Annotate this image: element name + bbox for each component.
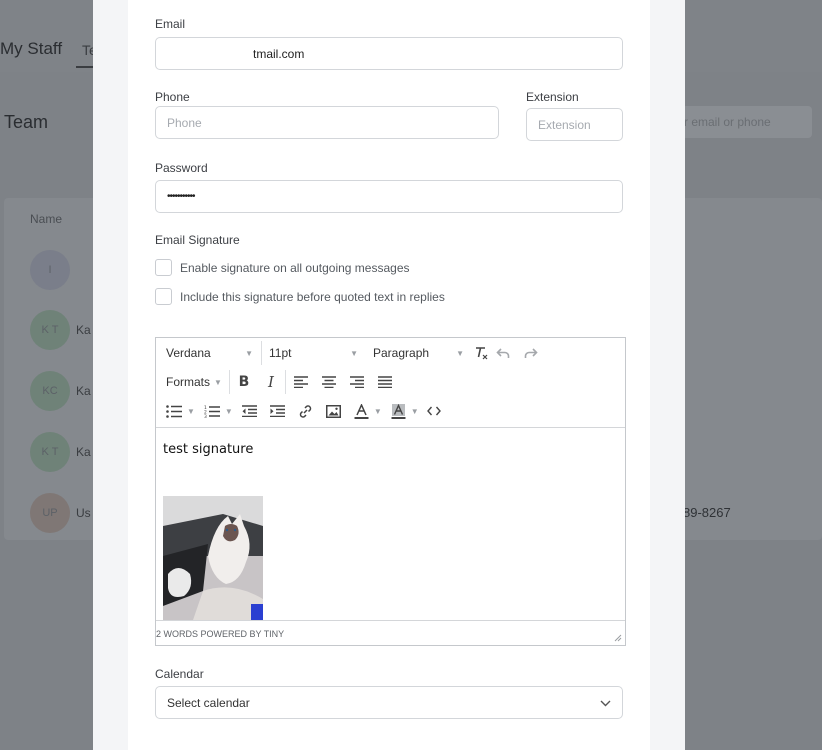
background-row-name: Ka [76, 445, 91, 459]
editor-statusbar: 2 WORDS POWERED BY TINY [156, 620, 625, 645]
calendar-select[interactable]: Select calendar [155, 686, 623, 719]
enable-signature-checkbox[interactable] [155, 259, 172, 276]
link-icon[interactable] [295, 400, 317, 422]
source-code-icon[interactable] [423, 400, 445, 422]
chevron-down-icon[interactable]: ▼ [187, 407, 195, 416]
email-field[interactable]: tmail.com [155, 37, 623, 70]
before-quoted-label: Include this signature before quoted tex… [180, 289, 445, 304]
enable-signature-row[interactable]: Enable signature on all outgoing message… [155, 259, 410, 276]
background-tab-underline [76, 66, 94, 68]
background-row-name: Us [76, 506, 91, 520]
extension-label: Extension [526, 90, 579, 104]
resize-handle-icon[interactable] [614, 634, 622, 642]
formats-menu[interactable]: Formats ▼ [159, 375, 229, 389]
chevron-down-icon: ▼ [350, 348, 358, 358]
indent-icon[interactable] [267, 400, 289, 422]
password-label: Password [155, 161, 208, 175]
background-row-name: Ka [76, 323, 91, 337]
italic-icon[interactable]: I [260, 371, 282, 393]
background-row-name: Ka [76, 384, 91, 398]
email-value: tmail.com [253, 46, 305, 61]
align-justify-icon[interactable] [374, 371, 396, 393]
block-format-select[interactable]: Paragraph ▼ [366, 346, 470, 360]
font-size-select[interactable]: 11pt ▼ [262, 346, 366, 360]
text-color-icon[interactable] [351, 400, 373, 422]
email-signature-label: Email Signature [155, 233, 240, 247]
background-section-title: Team [4, 112, 49, 132]
clear-formatting-icon[interactable] [470, 342, 492, 364]
align-center-icon[interactable] [318, 371, 340, 393]
editor-status-text: 2 WORDS POWERED BY TINY [156, 629, 285, 639]
background-color-icon[interactable] [388, 400, 410, 422]
phone-field[interactable]: Phone [155, 106, 499, 139]
signature-image[interactable] [163, 496, 263, 620]
editor-content[interactable]: test signature [156, 428, 625, 620]
email-label: Email [155, 17, 186, 31]
undo-icon[interactable] [492, 342, 514, 364]
phone-label: Phone [155, 90, 190, 104]
bullet-list-icon[interactable] [163, 400, 185, 422]
align-right-icon[interactable] [346, 371, 368, 393]
align-left-icon[interactable] [290, 371, 312, 393]
background-phone-text: 89-8267 [683, 505, 731, 520]
outdent-icon[interactable] [239, 400, 261, 422]
password-value: ••••••••••• [167, 191, 195, 202]
extension-placeholder: Extension [538, 117, 591, 132]
chevron-down-icon [600, 696, 611, 710]
numbered-list-icon[interactable]: 123 [201, 400, 223, 422]
calendar-select-value: Select calendar [167, 695, 250, 710]
svg-text:3: 3 [204, 414, 207, 418]
background-avatar: K T [30, 310, 70, 350]
chevron-down-icon: ▼ [456, 348, 464, 358]
bold-icon[interactable]: B [233, 371, 255, 393]
before-quoted-checkbox[interactable] [155, 288, 172, 305]
background-page-title: My Staff [0, 39, 63, 58]
chevron-down-icon: ▼ [214, 377, 222, 387]
editor-toolbar: Verdana ▼ 11pt ▼ Paragraph ▼ Formats ▼ B… [156, 338, 625, 428]
font-family-select[interactable]: Verdana ▼ [159, 346, 261, 360]
enable-signature-label: Enable signature on all outgoing message… [180, 260, 410, 275]
background-column-name: Name [30, 212, 63, 226]
chevron-down-icon[interactable]: ▼ [411, 407, 419, 416]
chevron-down-icon[interactable]: ▼ [374, 407, 382, 416]
redo-icon[interactable] [520, 342, 542, 364]
before-quoted-row[interactable]: Include this signature before quoted tex… [155, 288, 445, 305]
chevron-down-icon: ▼ [245, 348, 253, 358]
signature-editor: Verdana ▼ 11pt ▼ Paragraph ▼ Formats ▼ B… [155, 337, 626, 646]
signature-text: test signature [163, 442, 254, 457]
image-icon[interactable] [323, 400, 345, 422]
password-field[interactable]: ••••••••••• [155, 180, 623, 213]
calendar-label: Calendar [155, 667, 204, 681]
background-avatar: KC [30, 371, 70, 411]
chevron-down-icon[interactable]: ▼ [225, 407, 233, 416]
phone-placeholder: Phone [167, 115, 202, 130]
background-avatar: UP [30, 493, 70, 533]
background-avatar: K T [30, 432, 70, 472]
background-avatar: I [30, 250, 70, 290]
extension-field[interactable]: Extension [526, 108, 623, 141]
